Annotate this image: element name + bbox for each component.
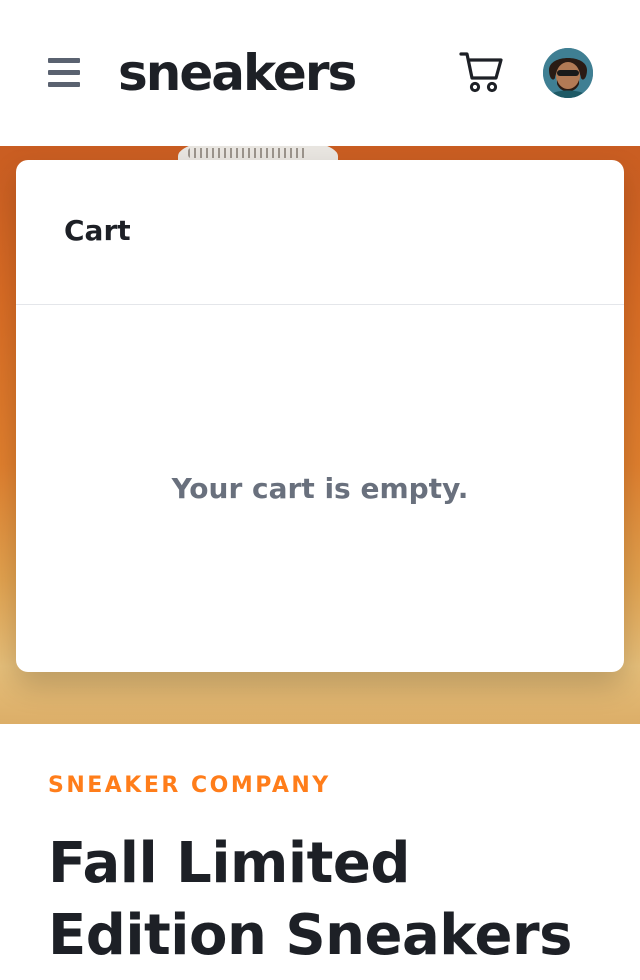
sneaker-sole-detail — [188, 148, 308, 158]
cart-title: Cart — [64, 214, 131, 247]
cart-divider — [16, 304, 624, 305]
product-title: Fall Limited Edition Sneakers — [48, 831, 572, 968]
avatar[interactable] — [543, 48, 593, 98]
hamburger-menu-icon[interactable] — [48, 58, 80, 88]
cart-icon[interactable] — [458, 50, 506, 94]
company-label: SNEAKER COMPANY — [48, 773, 331, 798]
cart-dropdown: Cart Your cart is empty. — [16, 160, 624, 672]
brand-logo[interactable]: sneakers — [118, 38, 357, 108]
cart-empty-message: Your cart is empty. — [171, 472, 469, 505]
top-nav-bar: sneakers — [0, 0, 640, 146]
